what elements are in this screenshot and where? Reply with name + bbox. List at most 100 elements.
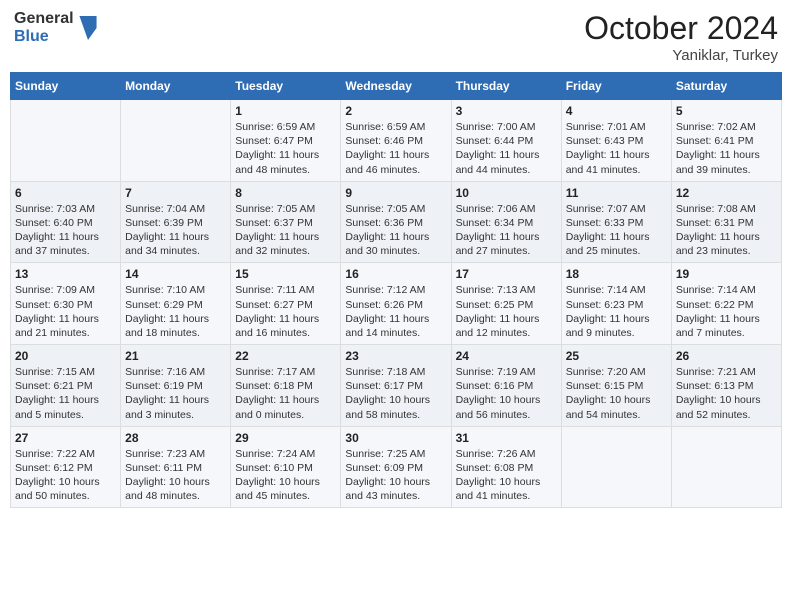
day-number: 7 [125,186,226,200]
day-number: 22 [235,349,336,363]
day-detail: Sunrise: 7:04 AM Sunset: 6:39 PM Dayligh… [125,202,226,259]
day-detail: Sunrise: 7:19 AM Sunset: 6:16 PM Dayligh… [456,365,557,422]
calendar-cell: 11 Sunrise: 7:07 AM Sunset: 6:33 PM Dayli… [561,181,671,263]
calendar-cell: 7 Sunrise: 7:04 AM Sunset: 6:39 PM Daylig… [121,181,231,263]
calendar-cell: 10 Sunrise: 7:06 AM Sunset: 6:34 PM Dayli… [451,181,561,263]
day-detail: Sunrise: 7:12 AM Sunset: 6:26 PM Dayligh… [345,283,446,340]
calendar-cell: 25Sunrise: 7:20 AM Sunset: 6:15 PM Dayli… [561,345,671,427]
day-number: 18 [566,267,667,281]
calendar-cell: 31 Sunrise: 7:26 AM Sunset: 6:08 PM Dayli… [451,426,561,508]
col-header-saturday: Saturday [671,73,781,100]
day-detail: Sunrise: 6:59 AM Sunset: 6:47 PM Dayligh… [235,120,336,177]
calendar-cell: 19 Sunrise: 7:14 AM Sunset: 6:22 PM Dayli… [671,263,781,345]
calendar-cell: 2 Sunrise: 6:59 AM Sunset: 6:46 PM Daylig… [341,100,451,182]
calendar-cell: 12Sunrise: 7:08 AM Sunset: 6:31 PM Dayli… [671,181,781,263]
day-number: 8 [235,186,336,200]
calendar-cell: 13 Sunrise: 7:09 AM Sunset: 6:30 PM Dayli… [11,263,121,345]
day-number: 21 [125,349,226,363]
calendar-cell: 28Sunrise: 7:23 AM Sunset: 6:11 PM Dayli… [121,426,231,508]
calendar-cell: 16 Sunrise: 7:12 AM Sunset: 6:26 PM Dayli… [341,263,451,345]
location-subtitle: Yaniklar, Turkey [584,47,778,64]
calendar-cell: 17 Sunrise: 7:13 AM Sunset: 6:25 PM Dayli… [451,263,561,345]
day-number: 9 [345,186,446,200]
calendar-week-2: 6 Sunrise: 7:03 AM Sunset: 6:40 PM Daylig… [11,181,782,263]
day-number: 20 [15,349,116,363]
day-number: 10 [456,186,557,200]
day-detail: Sunrise: 7:13 AM Sunset: 6:25 PM Dayligh… [456,283,557,340]
day-detail: Sunrise: 7:14 AM Sunset: 6:23 PM Dayligh… [566,283,667,340]
calendar-cell: 21 Sunrise: 7:16 AM Sunset: 6:19 PM Dayli… [121,345,231,427]
calendar-cell: 24 Sunrise: 7:19 AM Sunset: 6:16 PM Dayli… [451,345,561,427]
calendar-cell: 9Sunrise: 7:05 AM Sunset: 6:36 PM Daylig… [341,181,451,263]
title-block: October 2024 Yaniklar, Turkey [584,10,778,64]
day-detail: Sunrise: 7:15 AM Sunset: 6:21 PM Dayligh… [15,365,116,422]
day-number: 19 [676,267,777,281]
day-number: 3 [456,104,557,118]
calendar-cell: 15Sunrise: 7:11 AM Sunset: 6:27 PM Dayli… [231,263,341,345]
page-header: General Blue October 2024 Yaniklar, Turk… [10,10,782,64]
calendar-week-5: 27 Sunrise: 7:22 AM Sunset: 6:12 PM Dayli… [11,426,782,508]
calendar-week-3: 13 Sunrise: 7:09 AM Sunset: 6:30 PM Dayli… [11,263,782,345]
day-detail: Sunrise: 7:14 AM Sunset: 6:22 PM Dayligh… [676,283,777,340]
calendar-cell: 26Sunrise: 7:21 AM Sunset: 6:13 PM Dayli… [671,345,781,427]
col-header-friday: Friday [561,73,671,100]
calendar-cell: 27 Sunrise: 7:22 AM Sunset: 6:12 PM Dayli… [11,426,121,508]
calendar-table: SundayMondayTuesdayWednesdayThursdayFrid… [10,72,782,508]
calendar-cell: 5Sunrise: 7:02 AM Sunset: 6:41 PM Daylig… [671,100,781,182]
day-detail: Sunrise: 7:20 AM Sunset: 6:15 PM Dayligh… [566,365,667,422]
calendar-cell: 4 Sunrise: 7:01 AM Sunset: 6:43 PM Daylig… [561,100,671,182]
day-detail: Sunrise: 7:07 AM Sunset: 6:33 PM Dayligh… [566,202,667,259]
logo: General Blue [14,10,98,45]
day-number: 27 [15,431,116,445]
day-detail: Sunrise: 7:00 AM Sunset: 6:44 PM Dayligh… [456,120,557,177]
day-number: 16 [345,267,446,281]
calendar-cell: 18 Sunrise: 7:14 AM Sunset: 6:23 PM Dayli… [561,263,671,345]
day-number: 13 [15,267,116,281]
day-detail: Sunrise: 7:16 AM Sunset: 6:19 PM Dayligh… [125,365,226,422]
day-detail: Sunrise: 7:21 AM Sunset: 6:13 PM Dayligh… [676,365,777,422]
calendar-week-1: 1 Sunrise: 6:59 AM Sunset: 6:47 PM Daylig… [11,100,782,182]
calendar-cell [121,100,231,182]
calendar-cell: 23Sunrise: 7:18 AM Sunset: 6:17 PM Dayli… [341,345,451,427]
calendar-cell: 20 Sunrise: 7:15 AM Sunset: 6:21 PM Dayli… [11,345,121,427]
col-header-monday: Monday [121,73,231,100]
day-number: 31 [456,431,557,445]
calendar-cell: 22 Sunrise: 7:17 AM Sunset: 6:18 PM Dayli… [231,345,341,427]
day-number: 17 [456,267,557,281]
calendar-cell [671,426,781,508]
calendar-cell: 3 Sunrise: 7:00 AM Sunset: 6:44 PM Daylig… [451,100,561,182]
day-number: 14 [125,267,226,281]
day-number: 24 [456,349,557,363]
day-detail: Sunrise: 7:01 AM Sunset: 6:43 PM Dayligh… [566,120,667,177]
day-detail: Sunrise: 7:03 AM Sunset: 6:40 PM Dayligh… [15,202,116,259]
day-detail: Sunrise: 7:11 AM Sunset: 6:27 PM Dayligh… [235,283,336,340]
col-header-sunday: Sunday [11,73,121,100]
calendar-cell: 14 Sunrise: 7:10 AM Sunset: 6:29 PM Dayli… [121,263,231,345]
day-detail: Sunrise: 7:17 AM Sunset: 6:18 PM Dayligh… [235,365,336,422]
day-detail: Sunrise: 7:09 AM Sunset: 6:30 PM Dayligh… [15,283,116,340]
day-detail: Sunrise: 7:05 AM Sunset: 6:37 PM Dayligh… [235,202,336,259]
day-detail: Sunrise: 7:06 AM Sunset: 6:34 PM Dayligh… [456,202,557,259]
day-number: 28 [125,431,226,445]
day-detail: Sunrise: 7:26 AM Sunset: 6:08 PM Dayligh… [456,447,557,504]
calendar-cell [11,100,121,182]
day-detail: Sunrise: 7:24 AM Sunset: 6:10 PM Dayligh… [235,447,336,504]
day-detail: Sunrise: 7:25 AM Sunset: 6:09 PM Dayligh… [345,447,446,504]
day-detail: Sunrise: 7:22 AM Sunset: 6:12 PM Dayligh… [15,447,116,504]
calendar-cell: 6 Sunrise: 7:03 AM Sunset: 6:40 PM Daylig… [11,181,121,263]
day-number: 4 [566,104,667,118]
day-number: 6 [15,186,116,200]
day-number: 11 [566,186,667,200]
day-detail: Sunrise: 7:18 AM Sunset: 6:17 PM Dayligh… [345,365,446,422]
calendar-header-row: SundayMondayTuesdayWednesdayThursdayFrid… [11,73,782,100]
day-detail: Sunrise: 7:02 AM Sunset: 6:41 PM Dayligh… [676,120,777,177]
day-number: 2 [345,104,446,118]
day-detail: Sunrise: 7:10 AM Sunset: 6:29 PM Dayligh… [125,283,226,340]
month-year-title: October 2024 [584,10,778,47]
day-number: 1 [235,104,336,118]
day-number: 29 [235,431,336,445]
day-detail: Sunrise: 7:08 AM Sunset: 6:31 PM Dayligh… [676,202,777,259]
logo-icon [78,16,98,40]
day-detail: Sunrise: 6:59 AM Sunset: 6:46 PM Dayligh… [345,120,446,177]
col-header-thursday: Thursday [451,73,561,100]
